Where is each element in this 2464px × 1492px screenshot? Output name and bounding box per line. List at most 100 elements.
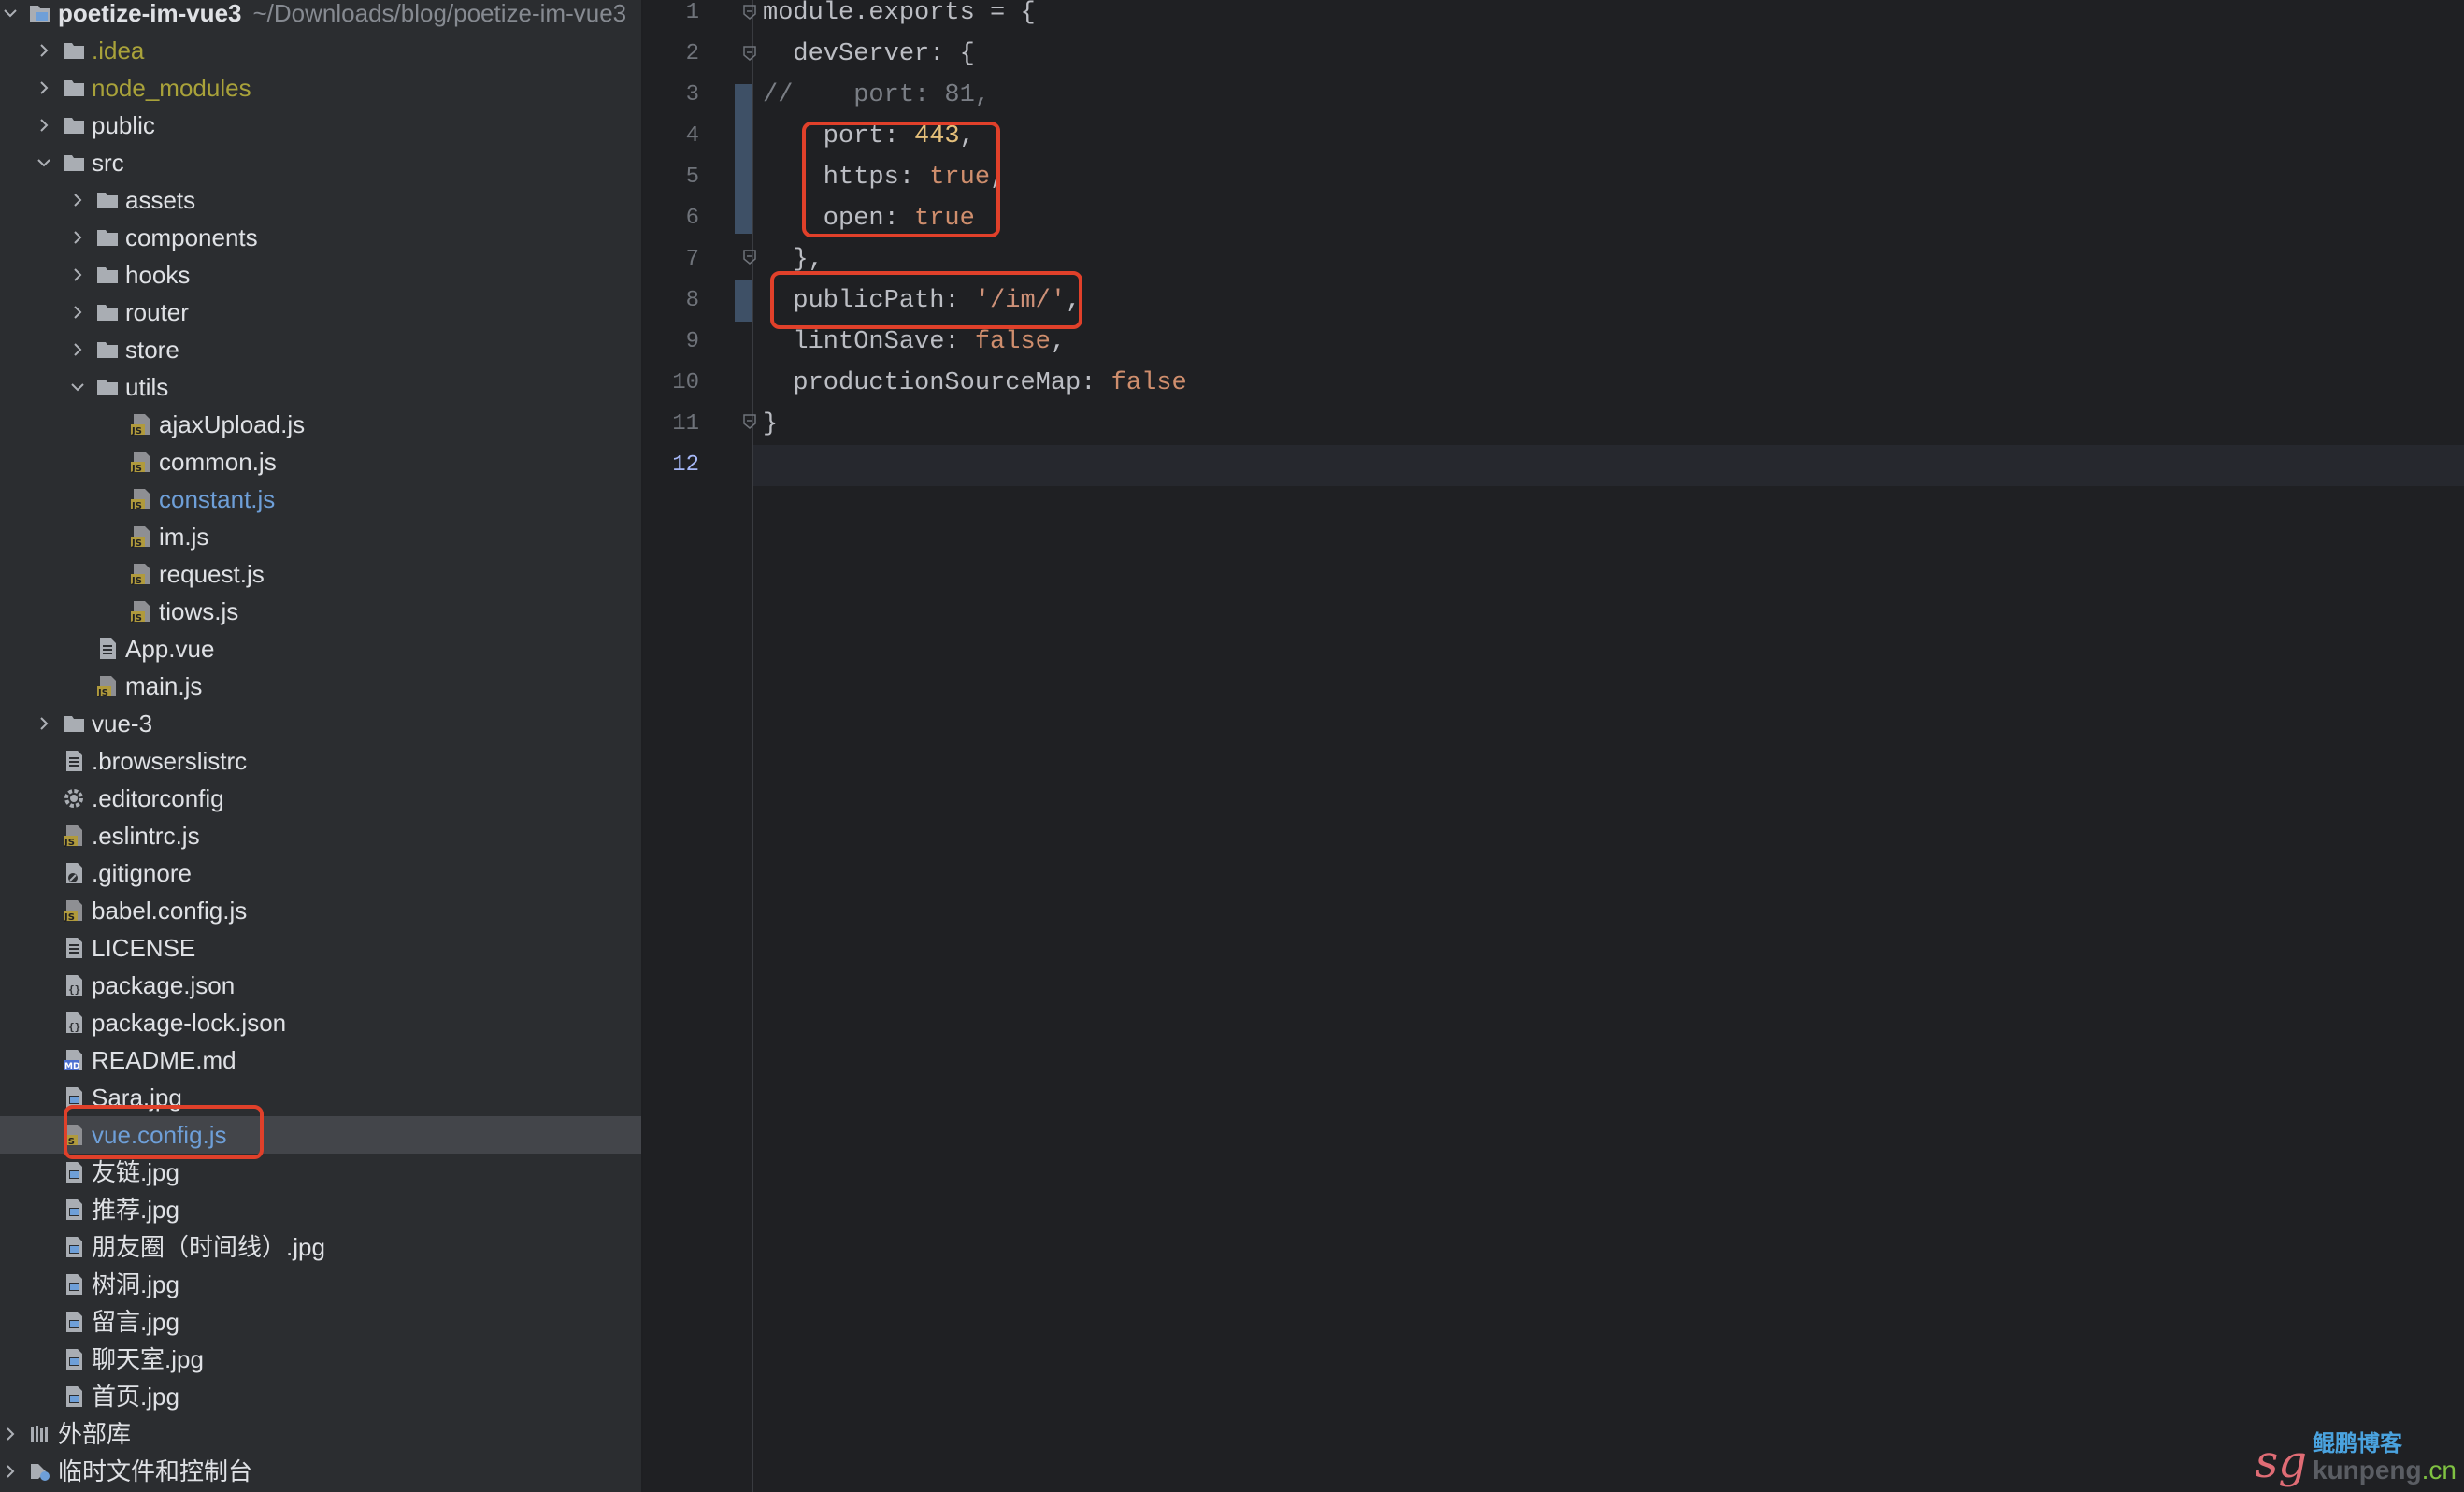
chevron-right-icon[interactable] [67,219,88,256]
chevron-right-icon[interactable] [34,69,54,107]
code-line[interactable]: } [763,404,778,445]
folder-icon [93,368,122,406]
tree-file[interactable]: 友链.jpg [0,1154,641,1191]
tree-file[interactable]: 临时文件和控制台 [0,1453,641,1490]
tree-file[interactable]: .editorconfig [0,780,641,817]
chevron-right-icon[interactable] [34,705,54,742]
tree-folder[interactable]: src [0,144,641,181]
vcs-change-marker[interactable] [735,84,752,234]
tree-file[interactable]: .browserslistrc [0,742,641,780]
doc-icon [93,630,122,667]
folder-icon [60,32,88,69]
chevron-right-icon[interactable] [67,294,88,331]
chevron-right-icon[interactable] [67,331,88,368]
tree-file[interactable]: {} package-lock.json [0,1004,641,1041]
tree-file[interactable]: JS .eslintrc.js [0,817,641,854]
tree-file[interactable]: 树洞.jpg [0,1266,641,1303]
tree-folder[interactable]: assets [0,181,641,219]
fold-marker-icon[interactable] [741,413,758,430]
doc-icon [60,929,88,967]
tree-item-label: 留言.jpg [92,1308,179,1336]
tree-file[interactable]: 留言.jpg [0,1303,641,1341]
code-line[interactable]: devServer: { [763,34,974,75]
image-icon [60,1341,88,1378]
watermark-sg: sg [2255,1436,2307,1488]
chevron-right-icon[interactable] [0,1415,21,1453]
tree-item-label: tiows.js [159,597,239,625]
tree-folder[interactable]: store [0,331,641,368]
code-token: } [763,410,779,438]
tree-file[interactable]: JS babel.config.js [0,892,641,929]
tree-file[interactable]: JS common.js [0,443,641,481]
chevron-right-icon[interactable] [34,32,54,69]
tree-folder[interactable]: router [0,294,641,331]
code-token: // port: 81, [763,81,991,109]
tree-item-label: 外部库 [58,1420,132,1448]
tree-file[interactable]: 推荐.jpg [0,1191,641,1228]
tree-item-label: constant.js [159,485,276,513]
code-editor[interactable] [753,0,2464,1492]
chevron-right-icon[interactable] [67,181,88,219]
tree-folder[interactable]: .idea [0,32,641,69]
tree-file[interactable]: 首页.jpg [0,1378,641,1415]
tree-file[interactable]: JS main.js [0,667,641,705]
tree-file[interactable]: .gitignore [0,854,641,892]
md-icon: MD [60,1041,88,1079]
chevron-down-icon[interactable] [67,368,88,406]
chevron-right-icon[interactable] [34,107,54,144]
tree-file[interactable]: JS ajaxUpload.js [0,406,641,443]
tree-item-label: 友链.jpg [92,1158,179,1186]
code-token: , [1050,328,1067,356]
tree-folder[interactable]: poetize-im-vue3 ~/Downloads/blog/poetize-… [0,0,641,32]
scratch-icon [26,1453,54,1490]
line-number: 5 [685,165,699,190]
tree-item-label: README.md [92,1046,236,1074]
tree-item-label: src [92,149,124,177]
tree-file[interactable]: JS request.js [0,555,641,593]
tree-item-label: .eslintrc.js [92,822,200,850]
gear-icon [60,780,88,817]
tree-file[interactable]: JS constant.js [0,481,641,518]
folder-icon [60,144,88,181]
tree-file[interactable]: LICENSE [0,929,641,967]
chevron-down-icon[interactable] [34,144,54,181]
chevron-right-icon[interactable] [67,256,88,294]
svg-text:JS: JS [131,464,142,474]
tree-item-label: ajaxUpload.js [159,410,306,438]
tree-file[interactable]: JS tiows.js [0,593,641,630]
line-number: 12 [672,452,699,478]
tree-folder[interactable]: hooks [0,256,641,294]
vcs-change-marker[interactable] [735,280,752,322]
tree-folder[interactable]: vue-3 [0,705,641,742]
tree-file[interactable]: 外部库 [0,1415,641,1453]
fold-marker-icon[interactable] [741,4,758,21]
code-line[interactable]: module.exports = { [763,0,1036,34]
tree-folder[interactable]: components [0,219,641,256]
fold-marker-icon[interactable] [741,249,758,265]
fold-marker-icon[interactable] [741,45,758,62]
tree-file[interactable]: 朋友圈（时间线）.jpg [0,1228,641,1266]
tree-folder[interactable]: public [0,107,641,144]
tree-item-label: package.json [92,971,236,999]
tree-item-label: hooks [125,261,191,289]
tree-file[interactable]: MD README.md [0,1041,641,1079]
tree-item-label: main.js [125,672,203,700]
tree-file[interactable]: App.vue [0,630,641,667]
watermark-logo: sg 鲲鹏博客 kunpeng.cn [2256,1432,2457,1485]
chevron-down-icon[interactable] [0,0,21,32]
tree-file[interactable]: JS im.js [0,518,641,555]
tree-item-label: common.js [159,448,277,476]
project-path: ~/Downloads/blog/poetize-im-vue3 [252,0,627,27]
tree-file[interactable]: {} package.json [0,967,641,1004]
folder-icon [93,181,122,219]
js-icon: JS [60,817,88,854]
library-icon [26,1415,54,1453]
tree-folder[interactable]: node_modules [0,69,641,107]
code-token: module.exports = { [763,0,1036,27]
code-line[interactable]: // port: 81, [763,75,990,116]
tree-file[interactable]: 聊天室.jpg [0,1341,641,1378]
code-line[interactable]: productionSourceMap: false [763,363,1186,404]
tree-folder[interactable]: utils [0,368,641,406]
chevron-right-icon[interactable] [0,1453,21,1490]
js-icon: JS [127,406,155,443]
